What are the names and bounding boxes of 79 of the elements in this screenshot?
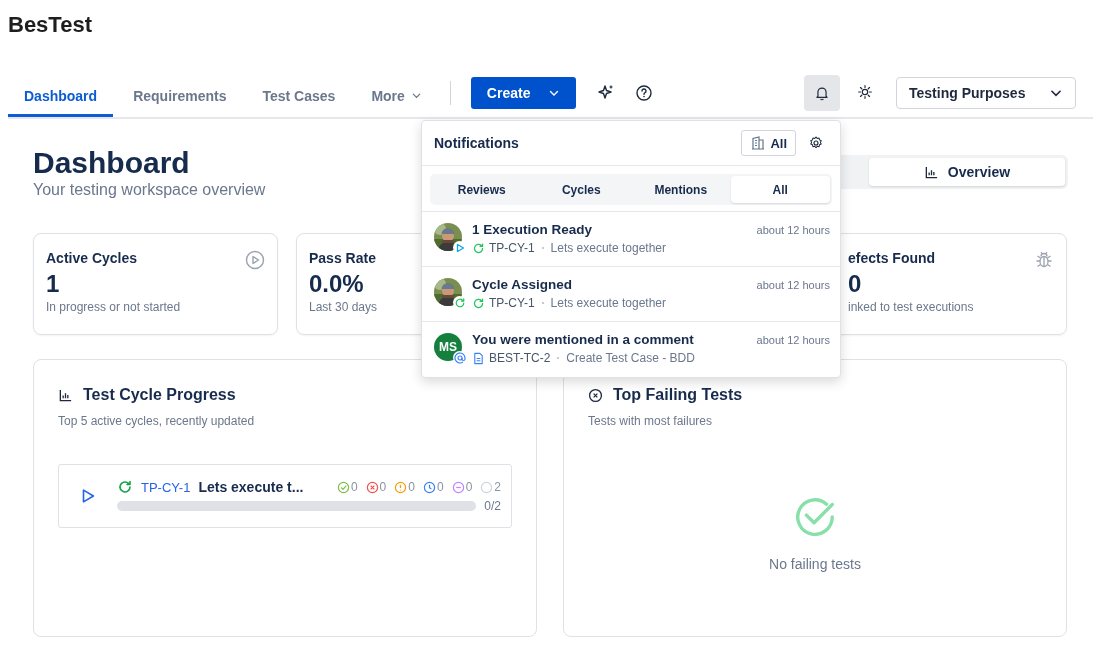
notification-time: about 12 hours — [756, 334, 830, 346]
notification-tab[interactable]: Reviews — [432, 176, 532, 203]
stat-caption: inked to test executions — [848, 300, 974, 314]
x-circle-icon — [588, 387, 603, 403]
status-count: 0 — [350, 480, 358, 494]
notification-time: about 12 hours — [756, 279, 830, 291]
stat-value: 1 — [46, 270, 60, 298]
refresh-icon — [453, 296, 466, 309]
stat-caption: In progress or not started — [46, 300, 181, 314]
notification-tab[interactable]: Cycles — [531, 176, 631, 203]
panel-subtitle: Tests with most failures — [588, 414, 714, 428]
notification-text: Lets execute together — [550, 296, 666, 310]
nav-tab[interactable]: More — [355, 77, 438, 117]
nav-tab[interactable]: Test Cases — [246, 77, 352, 117]
notification-time: about 12 hours — [756, 224, 830, 236]
cycle-row[interactable]: TP-CY-1 Lets execute t... 0 0 0 0 0 2 0/2 — [58, 464, 512, 528]
app-title: BesTest — [8, 12, 92, 38]
avatar-initials: MS — [434, 333, 462, 361]
refresh-icon — [472, 296, 485, 310]
stat-title: Pass Rate — [309, 250, 376, 266]
minus-circle-icon — [451, 480, 465, 494]
notification-title: You were mentioned in a comment — [472, 332, 694, 347]
notification-tab[interactable]: Mentions — [631, 176, 731, 203]
stat-value: 0.0% — [309, 270, 364, 298]
sun-icon[interactable] — [856, 83, 874, 101]
page-subtitle: Your testing workspace overview — [33, 181, 266, 199]
refresh-icon — [472, 241, 485, 255]
at-sign-icon — [453, 351, 466, 364]
stat-title: efects Found — [848, 250, 936, 266]
notification-item[interactable]: 1 Execution Ready about 12 hours TP-CY-1 Lets execute together — [422, 212, 840, 267]
check-circle-icon — [336, 480, 350, 494]
notification-item[interactable]: MS You were mentioned in a comment about 12 hours BEST-TC-2 Create Test Case - BDD — [422, 322, 840, 377]
clock-icon — [422, 480, 436, 494]
cycle-name: Lets execute t... — [198, 479, 304, 495]
view-tab[interactable]: Overview — [869, 158, 1065, 186]
bell-icon — [813, 84, 831, 102]
notification-title: 1 Execution Ready — [472, 222, 593, 237]
reference-id: TP-CY-1 — [489, 241, 535, 255]
stat-title: Active Cycles — [46, 250, 138, 266]
play-circle-icon — [245, 250, 265, 270]
refresh-icon — [117, 479, 133, 495]
panel-title: Top Failing Tests — [613, 386, 743, 404]
cycle-id-link[interactable]: TP-CY-1 — [141, 479, 191, 495]
bar-chart-icon — [58, 387, 73, 403]
panel-subtitle: Top 5 active cycles, recently updated — [58, 414, 256, 428]
building-icon — [750, 135, 767, 151]
circle-icon — [480, 480, 494, 494]
project-select[interactable]: Testing Purposes — [896, 77, 1076, 109]
status-count: 0 — [465, 480, 473, 494]
status-count: 0 — [379, 480, 387, 494]
status-count: 2 — [494, 480, 501, 494]
popover-title: Notifications — [434, 135, 520, 151]
reference-id: BEST-TC-2 — [489, 351, 551, 365]
notification-tab[interactable]: All — [730, 176, 830, 203]
notification-item[interactable]: Cycle Assigned about 12 hours TP-CY-1 Lets execute together — [422, 267, 840, 322]
stat-value: 0 — [848, 270, 862, 298]
status-count: 0 — [408, 480, 415, 494]
page-title: Dashboard — [33, 145, 191, 181]
settings-icon[interactable] — [808, 135, 824, 151]
bar-chart-icon — [923, 164, 939, 180]
filter-button[interactable]: All — [741, 130, 796, 156]
notification-title: Cycle Assigned — [472, 277, 573, 292]
bug-icon — [1034, 250, 1054, 270]
status-count: 0 — [436, 480, 444, 494]
progress-count: 0/2 — [484, 499, 501, 513]
empty-message: No failing tests — [769, 556, 861, 572]
help-icon[interactable] — [634, 83, 655, 103]
nav-tab[interactable]: Dashboard — [8, 77, 114, 117]
alert-circle-icon — [394, 480, 408, 494]
notifications-button[interactable] — [804, 75, 840, 111]
x-circle-icon — [365, 480, 379, 494]
notification-text: Create Test Case - BDD — [566, 351, 695, 365]
stat-caption: Last 30 days — [309, 300, 378, 314]
nav-tab[interactable]: Requirements — [117, 77, 243, 117]
notification-text: Lets execute together — [550, 241, 666, 255]
document-icon — [472, 351, 485, 365]
reference-id: TP-CY-1 — [489, 296, 535, 310]
panel-title: Test Cycle Progress — [83, 386, 236, 404]
create-button[interactable]: Create — [470, 77, 577, 109]
